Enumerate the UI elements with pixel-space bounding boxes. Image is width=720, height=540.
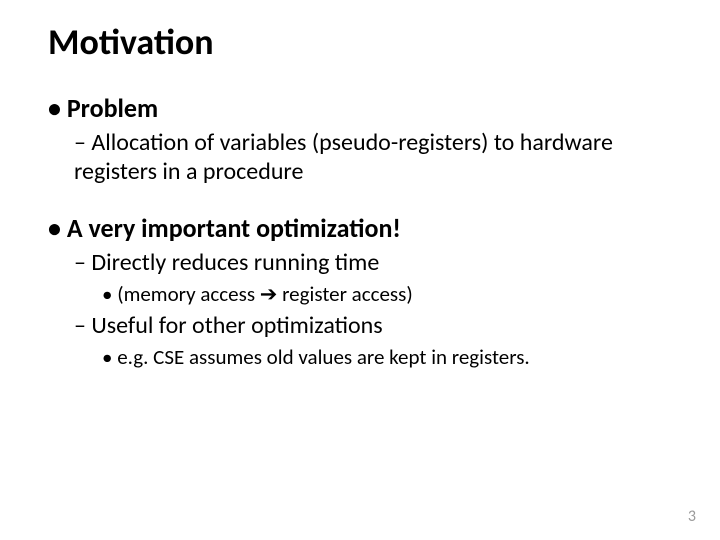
page-number: 3 <box>688 507 696 526</box>
bullet-optimization-sub1-label: Directly reduces running time <box>91 248 379 277</box>
bullet-optimization-sub1-note: (memory access ➔ register access) <box>102 281 672 307</box>
bullet-optimization-sub2-note: e.g. CSE assumes old values are kept in … <box>102 344 672 370</box>
bullet-list: Problem Allocation of variables (pseudo-… <box>48 92 672 370</box>
bullet-problem-label: Problem <box>67 92 158 124</box>
bullet-optimization-sub2: Useful for other optimizations e.g. CSE … <box>74 311 672 370</box>
bullet-problem: Problem Allocation of variables (pseudo-… <box>48 92 672 186</box>
bullet-optimization-sub2-label: Useful for other optimizations <box>91 311 382 340</box>
bullet-optimization-label: A very important optimization! <box>67 212 401 244</box>
slide-title: Motivation <box>48 20 672 64</box>
arrow-icon: ➔ <box>260 283 278 306</box>
bullet-optimization: A very important optimization! Directly … <box>48 212 672 370</box>
bullet-optimization-sub1: Directly reduces running time (memory ac… <box>74 248 672 307</box>
bullet-problem-sub: Allocation of variables (pseudo-register… <box>74 128 672 186</box>
slide: Motivation Problem Allocation of variabl… <box>0 0 720 540</box>
